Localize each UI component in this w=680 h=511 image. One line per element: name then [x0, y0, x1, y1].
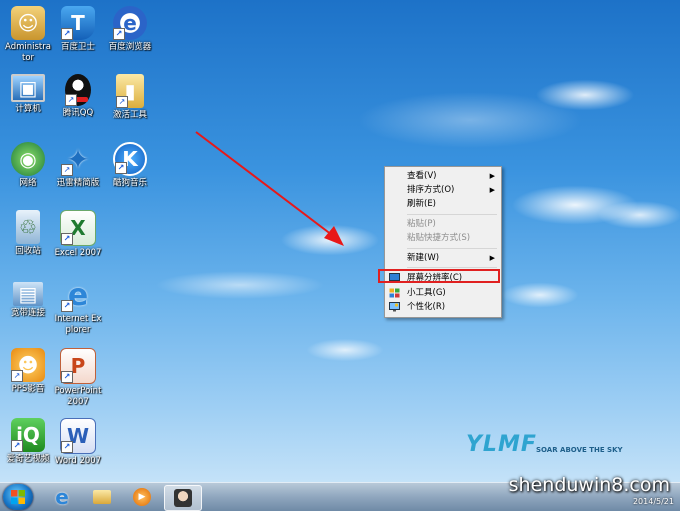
logo-slogan: SOAR ABOVE THE SKY	[536, 446, 623, 454]
submenu-arrow-icon: ▶	[489, 254, 495, 262]
menu-item-paste[interactable]: 粘贴(P)	[385, 217, 501, 231]
taskbar-user-app-button[interactable]	[164, 485, 202, 511]
user-avatar-icon	[174, 489, 192, 507]
menu-item-gadgets[interactable]: 小工具(G)	[385, 286, 501, 300]
taskbar-ie-button[interactable]: e	[44, 485, 80, 509]
highlight-box	[378, 269, 500, 283]
menu-separator	[407, 267, 497, 268]
menu-item-label: 个性化(R)	[407, 302, 446, 312]
menu-item-view[interactable]: 查看(V) ▶	[385, 169, 501, 183]
menu-item-sort-by[interactable]: 排序方式(O) ▶	[385, 183, 501, 197]
menu-separator	[407, 248, 497, 249]
taskbar-media-player-button[interactable]: ▶	[124, 485, 160, 509]
windows-logo-icon	[11, 490, 25, 504]
menu-item-label: 查看(V)	[407, 171, 437, 181]
taskbar-explorer-button[interactable]	[84, 485, 120, 509]
menu-item-label: 粘贴(P)	[407, 219, 436, 229]
menu-item-label: 粘贴快捷方式(S)	[407, 233, 471, 243]
submenu-arrow-icon: ▶	[489, 186, 495, 194]
gadgets-icon	[389, 288, 400, 298]
watermark: shenduwin8.com	[508, 474, 670, 496]
logo-brand: YLMF	[466, 432, 537, 457]
menu-item-label: 刷新(E)	[407, 199, 437, 209]
submenu-arrow-icon: ▶	[489, 172, 495, 180]
menu-item-paste-shortcut[interactable]: 粘贴快捷方式(S)	[385, 231, 501, 245]
menu-item-label: 小工具(G)	[407, 288, 446, 298]
start-button[interactable]	[3, 484, 33, 510]
personalize-icon	[389, 302, 400, 312]
menu-separator	[407, 214, 497, 215]
menu-item-refresh[interactable]: 刷新(E)	[385, 197, 501, 211]
media-player-icon: ▶	[133, 488, 151, 506]
menu-item-label: 新建(W)	[407, 253, 440, 263]
annotation-arrow	[195, 131, 344, 246]
folder-icon	[93, 490, 111, 504]
menu-item-new[interactable]: 新建(W) ▶	[385, 251, 501, 265]
menu-item-label: 排序方式(O)	[407, 185, 455, 195]
desktop-context-menu: 查看(V) ▶ 排序方式(O) ▶ 刷新(E) 粘贴(P) 粘贴快捷方式(S) …	[384, 166, 502, 318]
menu-item-personalize[interactable]: 个性化(R)	[385, 300, 501, 314]
desktop[interactable]: ☺ Administrator ▣ 计算机 ◉ 网络 ♲ 回收站 ▤ 宽带连接 …	[0, 0, 680, 482]
internet-explorer-icon: e	[55, 485, 69, 509]
clock-date[interactable]: 2014/5/21	[633, 497, 674, 506]
ylmf-logo: YLMF SOAR ABOVE THE SKY	[466, 432, 636, 462]
